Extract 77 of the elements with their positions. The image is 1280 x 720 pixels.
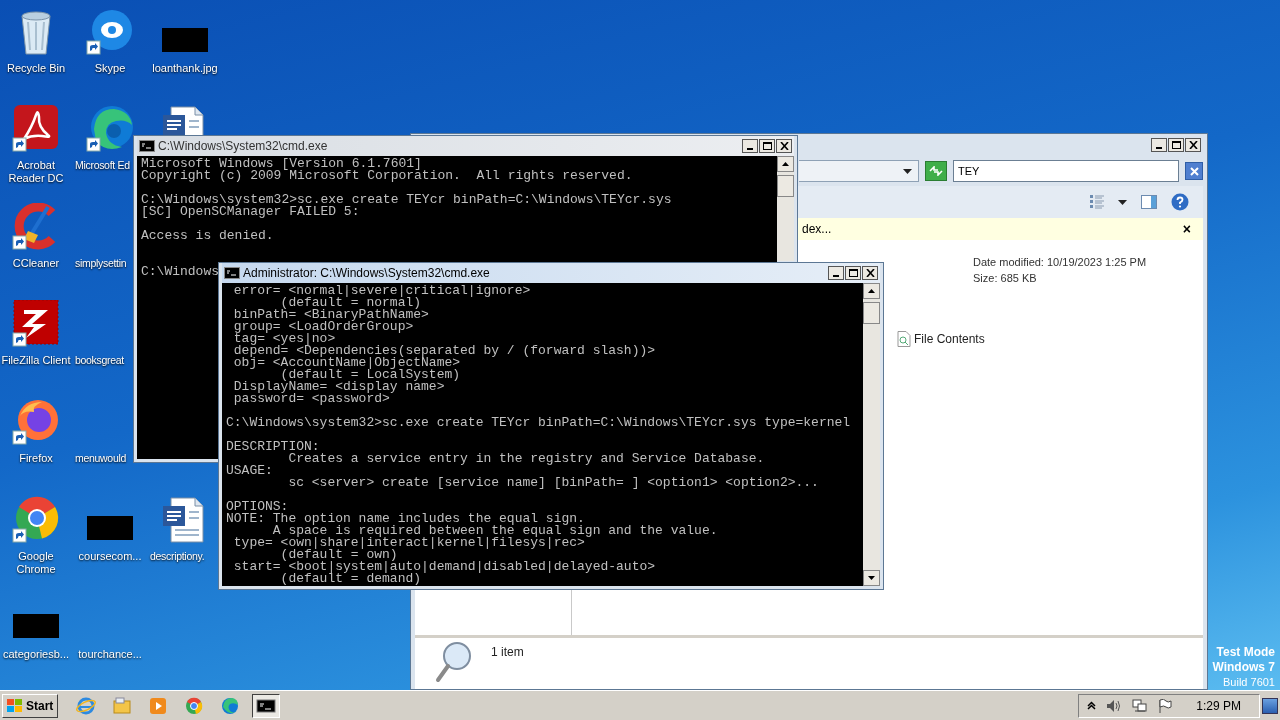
close-icon xyxy=(1189,166,1199,176)
minimize-button[interactable] xyxy=(1151,138,1167,152)
speaker-icon[interactable] xyxy=(1106,698,1123,713)
test-mode-watermark: Windows 7 xyxy=(1212,660,1275,675)
maximize-button[interactable] xyxy=(759,139,775,153)
close-button[interactable] xyxy=(776,139,792,153)
folder-icon xyxy=(112,695,133,716)
flag-icon[interactable] xyxy=(1158,698,1173,713)
close-button[interactable] xyxy=(1185,138,1201,152)
thumbnail xyxy=(87,516,133,540)
console-icon xyxy=(224,267,240,279)
desktop-icon-label[interactable]: Recycle Bin xyxy=(6,62,66,75)
start-button[interactable]: Start xyxy=(2,693,59,718)
window-title: C:\Windows\System32\cmd.exe xyxy=(158,138,329,155)
help-icon[interactable] xyxy=(1171,193,1189,211)
preview-pane-icon[interactable] xyxy=(1141,195,1157,209)
scrollbar[interactable] xyxy=(863,283,880,586)
maximize-button[interactable] xyxy=(845,266,861,280)
taskbar-button[interactable] xyxy=(252,693,281,718)
desktop-icon-label[interactable]: Acrobat Reader DC xyxy=(0,159,72,185)
show-desktop-button[interactable] xyxy=(1262,697,1278,714)
scroll-up-icon[interactable] xyxy=(863,283,880,299)
clear-search-button[interactable] xyxy=(1185,162,1203,180)
minimize-button[interactable] xyxy=(828,266,844,280)
desktop-icon-label[interactable]: descriptiony. xyxy=(150,550,205,563)
document-search-icon xyxy=(897,331,911,347)
scroll-thumb[interactable] xyxy=(777,175,794,197)
desktop-icon-label[interactable]: booksgreat xyxy=(75,354,124,367)
thumbnail xyxy=(13,614,59,638)
test-mode-watermark: Test Mode xyxy=(1216,645,1275,660)
desktop-icon-label[interactable]: coursecom... xyxy=(78,550,142,563)
desktop-icon-label[interactable]: categoriesb... xyxy=(2,648,69,661)
windows-logo-icon xyxy=(7,698,23,713)
close-icon xyxy=(865,269,875,277)
edge-browser-icon xyxy=(220,695,241,716)
desktop-icon-label[interactable]: Firefox xyxy=(19,452,53,465)
refresh-icon xyxy=(929,166,943,176)
network-icon[interactable] xyxy=(1132,698,1149,713)
window-title: Administrator: C:\Windows\System32\cmd.exe xyxy=(243,265,491,282)
minimize-button[interactable] xyxy=(742,139,758,153)
close-icon xyxy=(779,142,789,150)
dropdown-caret-icon[interactable] xyxy=(1118,199,1127,205)
desktop-icon-label[interactable]: FileZilla Client xyxy=(1,354,71,367)
show-hidden-icons-icon[interactable] xyxy=(1087,701,1097,710)
desktop-icon-label[interactable]: menuwould xyxy=(75,452,126,465)
chrome-icon xyxy=(184,695,205,716)
scrollbar[interactable] xyxy=(777,156,794,261)
desktop-icon-label[interactable]: Google Chrome xyxy=(0,550,72,576)
info-bar-text: dex... xyxy=(802,221,832,238)
close-button[interactable] xyxy=(862,266,878,280)
scroll-thumb[interactable] xyxy=(863,302,880,324)
clock[interactable]: 1:29 PM xyxy=(1196,696,1241,715)
media-player-icon xyxy=(148,695,169,716)
browser-icon xyxy=(76,695,97,716)
scroll-down-icon[interactable] xyxy=(863,570,880,586)
thumbnail xyxy=(162,28,208,52)
item-count: 1 item xyxy=(491,644,524,661)
desktop-icon-label[interactable]: loanthank.jpg xyxy=(152,62,218,75)
search-field[interactable]: TEY xyxy=(953,160,1179,182)
file-size: Size: 685 KB xyxy=(973,271,1038,286)
refresh-button[interactable] xyxy=(925,161,947,181)
maximize-button[interactable] xyxy=(1168,138,1184,152)
desktop-icon-label[interactable]: tourchance... xyxy=(78,648,142,661)
file-contents-link[interactable]: File Contents xyxy=(914,330,985,348)
console-text: error= <normal|severe|critical|ignore> (default = normal) binPath= <BinaryPathName> group= <LoadOrderGroup> tag= <yes|no> depend= <Dependencies(separated by / (forward slash))> obj= <AccountName|ObjectName> (default = LocalSystem) DisplayName= <display name> password= <password> C:\Windows\system32>sc.exe create TEYcr binPath=C:\Windows\TEYcr.sys type=kernel DESCRIPTION: Creates a service entry in the registry and Service Database. USAGE: sc <server> create [service name] [binPath= ] <option1> <option2>... OPTIONS: NOTE: The option name includes the equal sign. A space is required between the equal sign and the value. type= <own|share|interact|kernel|filesys|rec> (default = own) start= <boot|system|auto|demand|disabled|delayed-auto> (default = demand) xyxy=(222,283,863,586)
dropdown-caret-icon[interactable] xyxy=(903,168,912,174)
console-icon xyxy=(139,140,155,152)
desktop-icon-label[interactable]: Microsoft Ed xyxy=(75,159,130,172)
desktop-icon-label[interactable]: Skype xyxy=(94,62,126,75)
close-info-bar-button[interactable]: × xyxy=(1182,218,1191,240)
view-list-icon[interactable] xyxy=(1090,194,1104,210)
close-icon xyxy=(1188,141,1198,149)
date-modified: Date modified: 10/19/2023 1:25 PM xyxy=(973,255,1148,270)
desktop-icon-label[interactable]: CCleaner xyxy=(12,257,60,270)
test-mode-watermark: Build 7601 xyxy=(1223,675,1275,690)
desktop-icon-label[interactable]: simplysettin xyxy=(75,257,127,270)
scroll-up-icon[interactable] xyxy=(777,156,794,172)
